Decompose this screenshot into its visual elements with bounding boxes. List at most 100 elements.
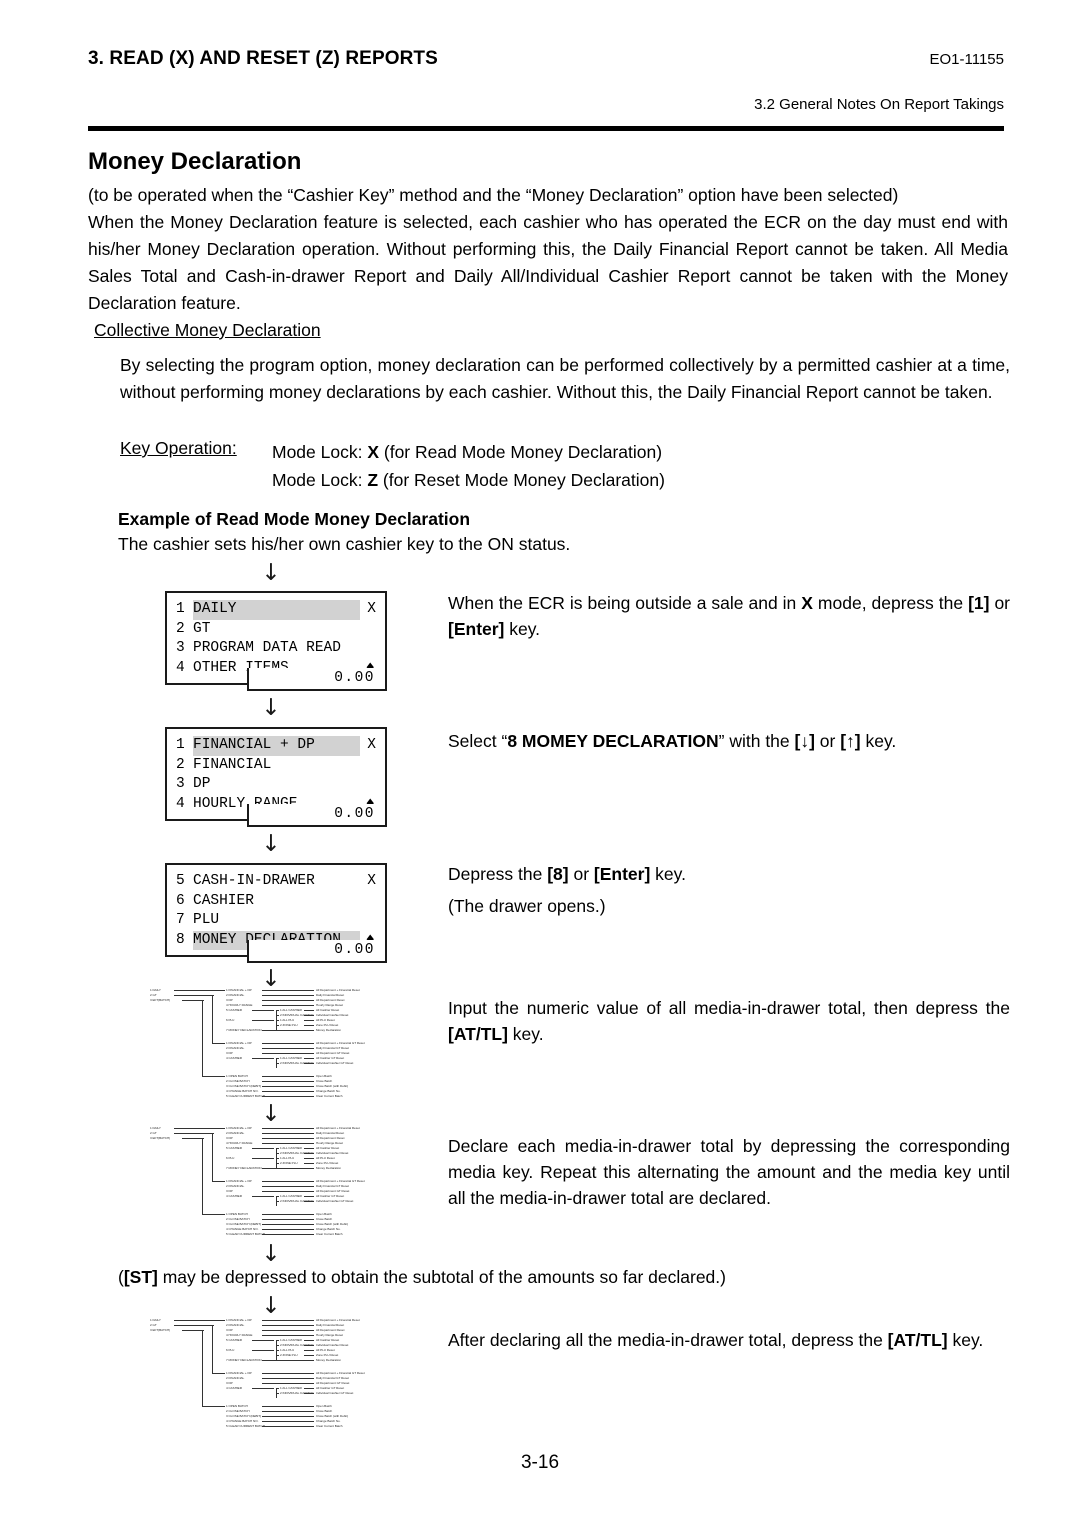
tree-leader-line <box>304 1153 314 1154</box>
tree-leader-line <box>262 1224 314 1225</box>
tree-menu-item: 3 CLOSE BATCH (DEBIT) <box>226 1222 262 1226</box>
tree-description: Individual Cashier Reset <box>316 1151 349 1155</box>
tree-leader-line <box>304 1015 314 1016</box>
instruction-step-1: When the ECR is being outside a sale and… <box>448 590 1010 642</box>
lcd-menu-item[interactable]: 2 GT <box>176 620 376 640</box>
text-run: ” with the <box>718 731 795 751</box>
lcd-item-label: FINANCIAL + DP <box>193 736 360 756</box>
tree-leader-line <box>262 1133 314 1134</box>
tree-branch-stub <box>276 1158 279 1159</box>
tree-description: All Department Reset <box>316 1328 345 1332</box>
tree-branch-stub <box>276 1340 279 1341</box>
subtotal-note-suffix: may be depressed to obtain the subtotal … <box>157 1267 726 1287</box>
tree-leader-line <box>262 1360 314 1361</box>
tree-description: Zone PLU Reset <box>316 1353 339 1357</box>
key-operation-line: Mode Lock: Z (for Reset Mode Money Decla… <box>272 466 665 494</box>
page-header-sub: 3.2 General Notes On Report Takings <box>88 96 1004 113</box>
tree-root-line <box>174 1128 224 1129</box>
lcd-menu-item[interactable]: 2 FINANCIAL <box>176 756 376 776</box>
tree-menu-item: 1 OPEN BATCH <box>226 1212 248 1216</box>
tree-leader-line <box>262 1330 314 1331</box>
tree-branch-stub <box>276 1015 279 1016</box>
text-run: key. <box>947 1330 984 1350</box>
tree-sub-item: 2 ZONE PLU <box>280 1023 298 1027</box>
tree-description: Individual Cashier GT Reset <box>316 1061 354 1065</box>
tree-leader-line <box>304 1148 314 1149</box>
lcd-menu-item[interactable]: 1 FINANCIAL + DP X <box>176 736 376 756</box>
tree-description: All Cashier Reset <box>316 1338 340 1342</box>
tree-menu-item: 4 CASHIER <box>226 1056 242 1060</box>
tree-menu-item: 4 CASHIER <box>226 1194 242 1198</box>
key-label: [↓] <box>794 731 815 751</box>
key-label: X <box>801 593 813 613</box>
key-label: [8] <box>547 864 569 884</box>
tree-branch-stub <box>276 1020 279 1021</box>
tree-description: Close Batch <box>316 1079 333 1083</box>
lcd-menu-item[interactable]: 7 PLU <box>176 911 376 931</box>
lcd-total-daily: 0.00 <box>247 668 387 691</box>
tree-left-item: 2 GT <box>150 1131 157 1135</box>
tree-root-connector <box>202 1138 203 1215</box>
tree-branch-line <box>252 1010 274 1011</box>
tree-leader-line <box>262 995 314 996</box>
lcd-menu-item[interactable]: 5 CASH-IN-DRAWER X <box>176 872 376 892</box>
lcd-item-number: 6 <box>176 892 185 909</box>
tree-sub-item: 1 ALL CASHIER <box>280 1338 302 1342</box>
key-operation-label: Key Operation: <box>120 438 237 458</box>
lcd-item-label: PROGRAM DATA READ <box>193 640 341 656</box>
tree-description: All Department + Financial Reset <box>316 1126 360 1130</box>
tree-description: Clear Current Batch <box>316 1094 343 1098</box>
tree-branch-line <box>252 1058 274 1059</box>
tree-leader-line <box>262 1406 314 1407</box>
tree-branch-stub <box>276 1025 279 1026</box>
tree-description: Change Batch No. <box>316 1089 341 1093</box>
tree-leader-line <box>262 1416 314 1417</box>
tree-description: All Department GT Reset <box>316 1189 350 1193</box>
section-title: 3. READ (X) AND RESET (Z) REPORTS <box>88 48 438 69</box>
text-run: key. <box>504 619 541 639</box>
lcd-menu-item[interactable]: 3 PROGRAM DATA READ <box>176 639 376 659</box>
tree-description: Close Batch (with Debit) <box>316 1414 348 1418</box>
subsection-title: 3.2 General Notes On Report Takings <box>754 96 1004 113</box>
key-operation-prefix: Mode Lock: <box>272 470 368 490</box>
lcd-menu-item[interactable]: 1 DAILY X <box>176 600 376 620</box>
intro-body: When the Money Declaration feature is se… <box>88 212 1008 313</box>
intro-line-1: (to be operated when the “Cashier Key” m… <box>88 185 899 205</box>
tree-root-line <box>182 1000 204 1001</box>
flow-arrow-down-icon: ↓ <box>261 831 281 857</box>
tree-menu-item: 4 HOURLY RANGE <box>226 1003 253 1007</box>
tree-root-stub <box>202 1076 225 1077</box>
tree-root-line <box>174 995 214 996</box>
key-operation-lines: Mode Lock: X (for Read Mode Money Declar… <box>272 438 665 494</box>
tree-leader-line <box>262 1048 314 1049</box>
tree-leader-line <box>304 1345 314 1346</box>
tree-menu-item: 3 DP <box>226 1189 233 1193</box>
tree-left-item: 1 DAILY <box>150 1318 161 1322</box>
text-run: Input the numeric value of all media-in-… <box>448 998 1010 1018</box>
lcd-item-label: CASHIER <box>193 892 254 909</box>
tree-menu-item: 4 HOURLY RANGE <box>226 1141 253 1145</box>
tree-description: Daily Financial Reset <box>316 1131 345 1135</box>
tree-menu-item: 6 PLU <box>226 1348 235 1352</box>
tree-menu-item: 3 DP <box>226 1136 233 1140</box>
tree-leader-line <box>304 1063 314 1064</box>
tree-leader-line <box>262 1091 314 1092</box>
tree-leader-line <box>262 1325 314 1326</box>
flow-arrow-down-icon: ↓ <box>261 1241 281 1267</box>
tree-sub-item: 1 ALL PLU <box>280 1018 295 1022</box>
tree-description: All Department + Financial GT Reset <box>316 1179 365 1183</box>
tree-root-connector <box>212 1133 213 1182</box>
tree-description: Individual Cashier Reset <box>316 1013 349 1017</box>
tree-menu-item: 7 MONEY DECLARATION <box>226 1358 262 1362</box>
instruction-step-5: Declare each media-in-drawer total by de… <box>448 1133 1010 1211</box>
tree-sub-item: 2 ZONE PLU <box>280 1353 298 1357</box>
tree-description: All PLU Reset <box>316 1348 335 1352</box>
lcd-item-label: DAILY <box>193 600 360 620</box>
lcd-menu-item[interactable]: 6 CASHIER <box>176 892 376 912</box>
instruction-text: When the ECR is being outside a sale and… <box>448 593 1010 639</box>
tree-menu-item: 4 CHANGE BATCH NO. <box>226 1089 259 1093</box>
lcd-menu-item[interactable]: 3 DP <box>176 775 376 795</box>
tree-menu-item: 5 CLEAR CURRENT BATCH <box>226 1094 265 1098</box>
tree-menu-item: 1 OPEN BATCH <box>226 1074 248 1078</box>
tree-leader-line <box>262 1030 314 1031</box>
